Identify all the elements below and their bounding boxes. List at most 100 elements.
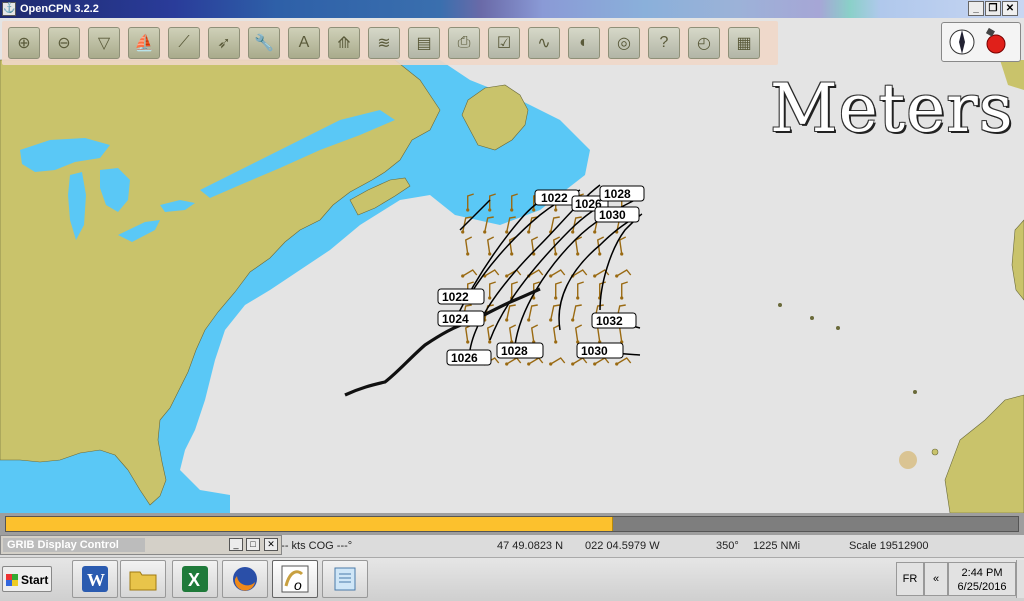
start-button[interactable]: Start <box>2 566 52 592</box>
wind-barb-origin <box>483 230 487 234</box>
isobar-label: 1028 <box>501 344 528 358</box>
system-clock[interactable]: 2:44 PM 6/25/2016 <box>948 562 1016 596</box>
wind-barb-origin <box>576 296 580 300</box>
scale-out-icon[interactable]: ⛵ <box>128 27 160 59</box>
wind-barb-origin <box>576 252 580 256</box>
window-titlebar: ⚓ OpenCPN 3.2.2 _ ❐ ✕ <box>0 0 1024 18</box>
status-scale: Scale 19512900 <box>849 540 929 552</box>
wind-barb-origin <box>593 230 597 234</box>
svg-text:o: o <box>294 577 302 593</box>
restore-button[interactable]: ❐ <box>985 1 1001 16</box>
wind-barb-origin <box>488 208 492 212</box>
grib-title: GRIB Display Control <box>3 538 145 552</box>
wind-barb-origin <box>615 274 619 278</box>
wind-barb-origin <box>505 274 509 278</box>
chart-quilting-icon[interactable]: ≋ <box>368 27 400 59</box>
main-toolbar: ⊕ ⊖ ▽ ⛵ ⟋ ➶ 🔧 A ⟰ ≋ ▤ ⎙ ☑ ∿ ◐ ◎ ? ◴ ▦ <box>2 21 778 65</box>
track-icon[interactable]: ∿ <box>528 27 560 59</box>
isobar-label: 1028 <box>604 187 631 201</box>
notepad-taskbar-icon[interactable] <box>322 560 368 598</box>
grib-progress-area <box>0 513 1024 535</box>
gps-status-icon <box>986 34 1006 54</box>
word-taskbar-icon[interactable]: W <box>72 560 118 598</box>
wind-barb-origin <box>466 208 470 212</box>
tray-expand-button[interactable]: « <box>924 562 948 596</box>
dashboard-icon[interactable]: ◴ <box>688 27 720 59</box>
isobar-label: 1022 <box>541 191 568 205</box>
print-icon[interactable]: ⎙ <box>448 27 480 59</box>
wind-barb-origin <box>598 252 602 256</box>
zoom-out-icon[interactable]: ⊖ <box>48 27 80 59</box>
grib-progress-fill <box>6 517 614 531</box>
close-button[interactable]: ✕ <box>1002 1 1018 16</box>
wind-barb-origin <box>505 230 509 234</box>
help-icon[interactable]: ? <box>648 27 680 59</box>
opencpn-taskbar-icon[interactable]: o <box>272 560 318 598</box>
wind-barb-origin <box>488 252 492 256</box>
windows-flag-icon <box>6 574 18 586</box>
color-scheme-icon[interactable]: ◐ <box>568 27 600 59</box>
opencpn-app-icon[interactable]: ⚓ <box>2 2 16 16</box>
layers-icon[interactable]: ▤ <box>408 27 440 59</box>
scale-in-icon[interactable]: ▽ <box>88 27 120 59</box>
settings-icon[interactable]: 🔧 <box>248 27 280 59</box>
wind-barb-origin <box>571 318 575 322</box>
current-tide-icon[interactable]: ⟰ <box>328 27 360 59</box>
auto-follow-icon[interactable]: ➶ <box>208 27 240 59</box>
wind-barb-origin <box>554 296 558 300</box>
wind-barb-origin <box>510 208 514 212</box>
wind-barb-origin <box>620 296 624 300</box>
grib-icon[interactable]: ▦ <box>728 27 760 59</box>
wind-barb-origin <box>571 230 575 234</box>
wind-barb-origin <box>571 362 575 366</box>
clock-date: 6/25/2016 <box>957 581 1007 593</box>
wind-barb-origin <box>620 252 624 256</box>
wind-barb-origin <box>461 274 465 278</box>
isobar-label: 1022 <box>442 290 469 304</box>
isobar-label: 1026 <box>451 351 478 365</box>
text-icon[interactable]: A <box>288 27 320 59</box>
grib-minimize-button[interactable]: _ <box>229 538 243 551</box>
compass-widget[interactable] <box>941 22 1021 62</box>
canary-marker <box>899 451 917 469</box>
wind-barb-origin <box>554 208 558 212</box>
status-longitude: 022 04.5979 W <box>585 540 660 552</box>
zoom-in-icon[interactable]: ⊕ <box>8 27 40 59</box>
status-bearing: 350° <box>716 540 739 552</box>
explorer-taskbar-icon[interactable] <box>120 560 166 598</box>
status-distance: 1225 NMi <box>753 540 801 552</box>
wind-barb-origin <box>488 296 492 300</box>
grib-display-control[interactable]: GRIB Display Control _ □ ✕ <box>0 535 282 555</box>
wind-barb-origin <box>466 340 470 344</box>
isobar-label: 1030 <box>581 344 608 358</box>
svg-text:X: X <box>188 570 200 590</box>
wind-barb-origin <box>505 362 509 366</box>
grib-progress-bar[interactable] <box>5 516 1019 532</box>
excel-taskbar-icon[interactable]: X <box>172 560 218 598</box>
wind-barb-origin <box>554 252 558 256</box>
wind-barb-origin <box>461 230 465 234</box>
wind-barb-origin <box>466 252 470 256</box>
mob-icon[interactable]: ◎ <box>608 27 640 59</box>
wind-barb-origin <box>549 274 553 278</box>
wind-barb-origin <box>593 362 597 366</box>
minimize-button[interactable]: _ <box>968 1 984 16</box>
wind-barb-origin <box>505 318 509 322</box>
grib-close-button[interactable]: ✕ <box>264 538 278 551</box>
wind-barb-origin <box>510 252 514 256</box>
create-route-icon[interactable]: ⟋ <box>168 27 200 59</box>
start-label: Start <box>21 573 49 587</box>
wind-barb-origin <box>615 362 619 366</box>
status-latitude: 47 49.0823 N <box>497 540 564 552</box>
isobar-label: 1030 <box>599 208 626 222</box>
wind-barb-origin <box>527 318 531 322</box>
wind-barb-origin <box>527 230 531 234</box>
wind-barb-origin <box>593 274 597 278</box>
route-manager-icon[interactable]: ☑ <box>488 27 520 59</box>
language-indicator[interactable]: FR <box>896 562 924 596</box>
grib-maximize-button[interactable]: □ <box>246 538 260 551</box>
firefox-taskbar-icon[interactable] <box>222 560 268 598</box>
wind-barb-origin <box>549 318 553 322</box>
show-desktop-button[interactable] <box>1016 560 1024 598</box>
isobar-label: 1032 <box>596 314 623 328</box>
